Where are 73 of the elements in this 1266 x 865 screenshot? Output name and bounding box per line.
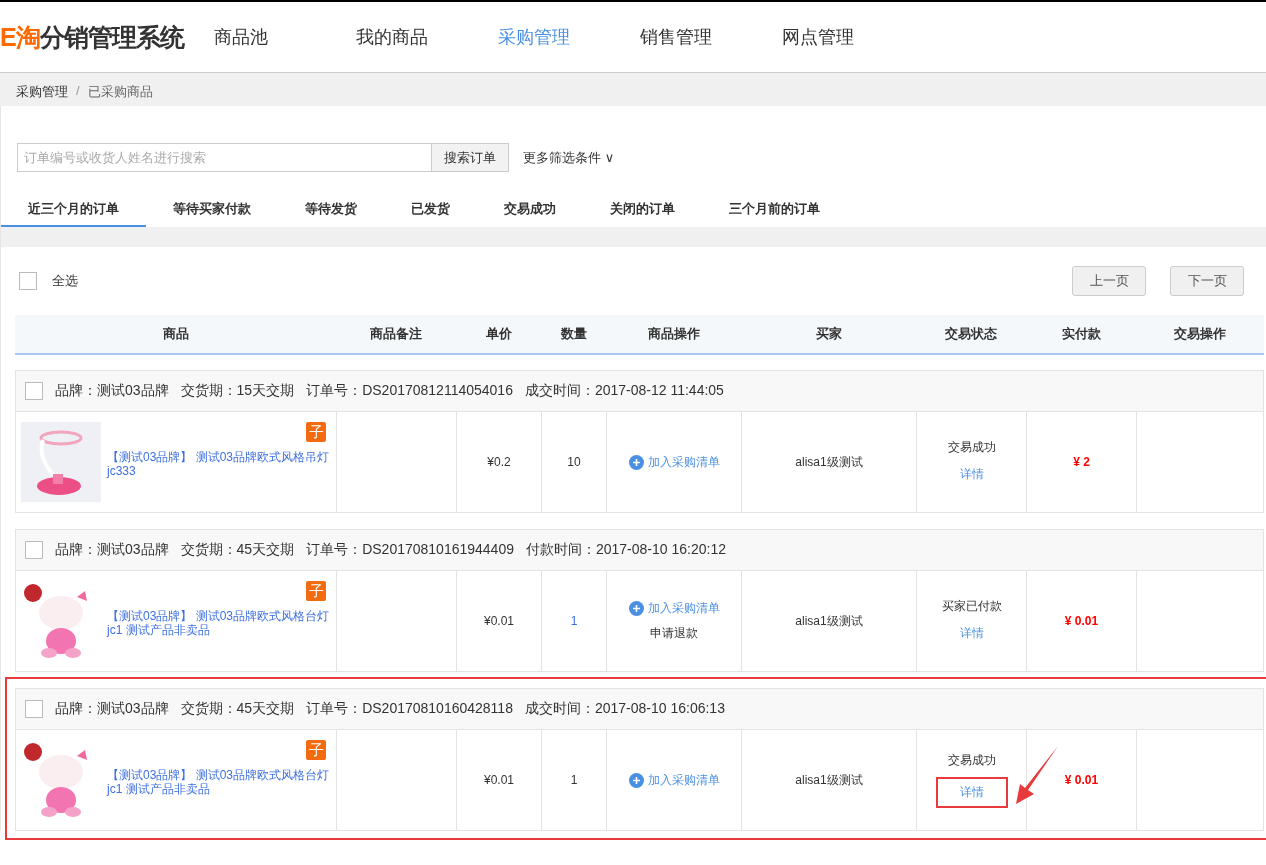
brand-text: 品牌：测试03品牌 xyxy=(55,541,169,559)
checkbox[interactable] xyxy=(25,700,43,718)
product-link[interactable]: 【测试03品牌】 测试03品牌欧式风格台灯 jc1 测试产品非卖品 xyxy=(107,609,330,637)
order-number: 订单号：DS20170812114054016 xyxy=(306,382,513,400)
nav-link[interactable]: 销售管理 xyxy=(640,25,782,49)
column-header: 交易操作 xyxy=(1173,325,1227,343)
sub-tag: 子 xyxy=(306,422,326,442)
plus-icon xyxy=(628,772,644,788)
delivery-text: 交货期：45天交期 xyxy=(180,700,295,718)
breadcrumb-link[interactable]: 已采购商品 xyxy=(87,83,153,101)
unit-price: ¥0.01 xyxy=(484,773,514,787)
column-header: 实付款 xyxy=(1060,325,1102,343)
unit-price: ¥0.01 xyxy=(484,614,514,628)
nav-link[interactable]: 我的商品 xyxy=(356,25,498,49)
checkbox[interactable] xyxy=(25,382,43,400)
order-time: 付款时间：2017-08-10 16:20:12 xyxy=(525,541,726,559)
quantity[interactable]: 1 xyxy=(570,614,578,628)
breadcrumb-link[interactable]: 采购管理 xyxy=(16,83,68,101)
trade-status: 交易成功 xyxy=(947,439,996,456)
select-all-label: 全选 xyxy=(52,272,78,290)
refund-link[interactable]: 申请退款 xyxy=(650,625,698,642)
product-link[interactable]: 【测试03品牌】 测试03品牌欧式风格吊灯 jc333 xyxy=(107,450,330,478)
brand-text: 品牌：测试03品牌 xyxy=(55,700,169,718)
order-tab[interactable]: 等待发货 xyxy=(278,192,384,227)
buyer-name: alisa1级测试 xyxy=(795,771,863,789)
order-tab[interactable]: 等待买家付款 xyxy=(146,192,278,227)
product-link[interactable]: 【测试03品牌】 测试03品牌欧式风格台灯 jc1 测试产品非卖品 xyxy=(107,768,330,796)
plus-icon xyxy=(628,454,644,470)
buyer-name: alisa1级测试 xyxy=(795,453,863,471)
delivery-text: 交货期：45天交期 xyxy=(180,541,295,559)
add-to-list-link[interactable]: 加入采购清单 xyxy=(628,453,720,471)
order-tab[interactable]: 已发货 xyxy=(384,192,477,227)
trade-status: 买家已付款 xyxy=(941,598,1002,615)
order-number: 订单号：DS20170810161944409 xyxy=(306,541,514,559)
unit-price: ¥0.2 xyxy=(487,455,511,469)
column-header: 商品 xyxy=(161,325,190,343)
column-header: 买家 xyxy=(814,325,843,343)
column-header: 单价 xyxy=(484,325,513,343)
nav-link[interactable]: 商品池 xyxy=(214,25,356,49)
column-header: 交易状态 xyxy=(944,325,998,343)
trade-status: 交易成功 xyxy=(947,752,996,769)
order-tab[interactable]: 关闭的订单 xyxy=(583,192,702,227)
buyer-name: alisa1级测试 xyxy=(795,612,863,630)
checkbox[interactable] xyxy=(25,541,43,559)
breadcrumb-separator: / xyxy=(76,83,80,98)
delivery-text: 交货期：15天交期 xyxy=(180,382,295,400)
search-button[interactable]: 搜索订单 xyxy=(432,143,509,172)
paid-amount: ¥ 2 xyxy=(1073,455,1090,469)
order-tab[interactable]: 交易成功 xyxy=(477,192,583,227)
order-number: 订单号：DS20170810160428118 xyxy=(306,700,513,718)
page-button[interactable]: 上一页 xyxy=(1072,266,1146,296)
plus-icon xyxy=(628,601,644,616)
add-to-list-link[interactable]: 加入采购清单 xyxy=(628,600,720,617)
paid-amount: ¥ 0.01 xyxy=(1064,614,1099,628)
column-header: 商品操作 xyxy=(646,325,701,343)
column-header: 数量 xyxy=(559,325,588,343)
checkbox[interactable] xyxy=(19,272,37,290)
paid-amount: ¥ 0.01 xyxy=(1064,773,1099,787)
brand-text: 品牌：测试03品牌 xyxy=(55,382,169,400)
quantity: 10 xyxy=(567,455,581,469)
sub-tag: 子 xyxy=(306,581,326,601)
nav-link[interactable]: 网点管理 xyxy=(782,25,924,49)
search-field[interactable]: 订单编号或收货人姓名进行搜索 xyxy=(17,143,432,172)
page-button[interactable]: 下一页 xyxy=(1170,266,1244,296)
app-logo: E淘分销管理系统 xyxy=(0,21,186,53)
add-to-list-link[interactable]: 加入采购清单 xyxy=(628,771,720,789)
column-header: 商品备注 xyxy=(369,325,423,343)
order-tab[interactable]: 三个月前的订单 xyxy=(702,192,847,227)
quantity: 1 xyxy=(570,773,578,787)
filter-link[interactable]: 更多筛选条件 ∨ xyxy=(523,148,615,167)
order-time: 成交时间：2017-08-10 16:06:13 xyxy=(524,700,725,718)
sub-tag: 子 xyxy=(306,740,326,760)
order-time: 成交时间：2017-08-12 11:44:05 xyxy=(524,382,724,400)
